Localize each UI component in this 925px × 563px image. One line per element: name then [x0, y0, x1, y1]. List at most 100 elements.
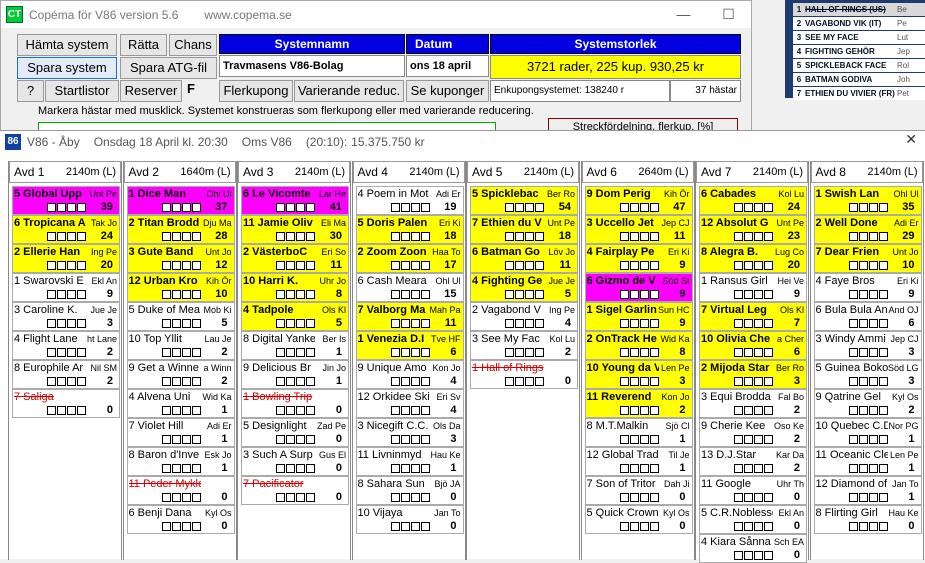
reduction-boxes[interactable] — [47, 261, 86, 270]
box-1[interactable] — [619, 406, 629, 415]
reduction-boxes[interactable] — [734, 290, 773, 299]
reduction-boxes[interactable] — [390, 290, 430, 299]
horse-cell[interactable]: 1 Hall of Rings 0 — [470, 360, 578, 389]
horse-cell[interactable]: 12 Orkidee Ski Eri Sv 4 — [355, 389, 464, 418]
box-2[interactable] — [400, 319, 410, 328]
box-4[interactable] — [649, 493, 659, 502]
box-3[interactable] — [754, 319, 763, 328]
box-4[interactable] — [878, 406, 888, 415]
reduction-boxes[interactable] — [734, 435, 773, 444]
box-1[interactable] — [390, 464, 400, 473]
box-1[interactable] — [161, 406, 171, 415]
box-1[interactable] — [619, 203, 629, 212]
box-1[interactable] — [390, 348, 400, 357]
box-1[interactable] — [47, 377, 56, 386]
box-2[interactable] — [400, 522, 410, 531]
box-3[interactable] — [181, 377, 191, 386]
reduction-boxes[interactable] — [734, 261, 773, 270]
horse-cell[interactable]: 9 Dom Perig Kih Ör 47 — [584, 186, 693, 215]
box-3[interactable] — [296, 377, 305, 386]
box-4[interactable] — [764, 348, 773, 357]
reduction-boxes[interactable] — [390, 203, 430, 212]
box-1[interactable] — [390, 232, 400, 241]
box-2[interactable] — [858, 232, 868, 241]
reduction-boxes[interactable] — [276, 435, 315, 444]
box-4[interactable] — [191, 493, 201, 502]
box-1[interactable] — [47, 319, 56, 328]
horse-cell[interactable]: 4 Fairplay Pe Eri Ki 9 — [584, 244, 693, 273]
horse-cell[interactable]: 3 Uccello Jet Jep CJ 11 — [584, 215, 693, 244]
box-4[interactable] — [306, 232, 315, 241]
box-1[interactable] — [734, 406, 743, 415]
reduction-boxes[interactable] — [276, 319, 315, 328]
box-3[interactable] — [67, 261, 76, 270]
box-4[interactable] — [420, 435, 430, 444]
box-3[interactable] — [181, 435, 191, 444]
reduction-boxes[interactable] — [505, 232, 544, 241]
reduction-boxes[interactable] — [276, 348, 315, 357]
box-3[interactable] — [181, 348, 191, 357]
box-2[interactable] — [286, 232, 295, 241]
box-2[interactable] — [515, 232, 524, 241]
box-3[interactable] — [639, 493, 649, 502]
reduction-boxes[interactable] — [161, 348, 201, 357]
box-1[interactable] — [848, 232, 858, 241]
box-1[interactable] — [619, 319, 629, 328]
horse-cell[interactable]: 12 Absolut G Unt Pe 23 — [699, 215, 807, 244]
box-2[interactable] — [57, 319, 66, 328]
box-1[interactable] — [276, 319, 285, 328]
box-4[interactable] — [306, 493, 315, 502]
box-4[interactable] — [535, 377, 544, 386]
box-2[interactable] — [744, 261, 753, 270]
box-3[interactable] — [868, 290, 878, 299]
horse-cell[interactable]: 2 Ellerie Han Ing Pe 20 — [12, 244, 120, 273]
horse-cell[interactable]: 12 Urban Kro Kih Ör 10 — [126, 273, 235, 302]
reduction-boxes[interactable] — [276, 493, 315, 502]
box-1[interactable] — [276, 348, 285, 357]
box-4[interactable] — [649, 261, 659, 270]
horse-cell[interactable]: 10 Harri K. Uhr Jo 8 — [241, 273, 349, 302]
box-2[interactable] — [57, 290, 66, 299]
horse-cell[interactable]: 6 Cabades Kol Lu 24 — [699, 186, 807, 215]
horse-cell[interactable]: 13 D.J.Star Kar Da 2 — [699, 447, 807, 476]
box-2[interactable] — [858, 406, 868, 415]
box-3[interactable] — [639, 464, 649, 473]
box-2[interactable] — [744, 348, 753, 357]
box-1[interactable] — [848, 261, 858, 270]
reduction-boxes[interactable] — [161, 261, 201, 270]
box-1[interactable] — [276, 406, 285, 415]
box-3[interactable] — [410, 493, 420, 502]
horse-cell[interactable]: 6 Tropicana A Tak Jo 24 — [12, 215, 120, 244]
box-3[interactable] — [868, 203, 878, 212]
horse-cell[interactable]: 5 Guinea Boko Söd LG 3 — [813, 360, 922, 389]
reduction-boxes[interactable] — [390, 493, 430, 502]
box-4[interactable] — [878, 493, 888, 502]
box-2[interactable] — [629, 232, 639, 241]
box-3[interactable] — [525, 232, 534, 241]
box-3[interactable] — [868, 522, 878, 531]
box-2[interactable] — [400, 406, 410, 415]
box-4[interactable] — [191, 261, 201, 270]
box-4[interactable] — [306, 464, 315, 473]
box-4[interactable] — [764, 406, 773, 415]
reduction-boxes[interactable] — [47, 377, 86, 386]
horse-cell[interactable]: 7 Dear Frien Unt Jo 10 — [813, 244, 922, 273]
box-4[interactable] — [77, 319, 86, 328]
box-4[interactable] — [420, 377, 430, 386]
box-1[interactable] — [161, 290, 171, 299]
horse-cell[interactable]: 7 Son of Tritor Dah Ji 0 — [584, 476, 693, 505]
horse-cell[interactable]: 6 Le Vicomte Lar He 41 — [241, 186, 349, 215]
box-4[interactable] — [878, 319, 888, 328]
horse-cell[interactable]: 3 Nicegift C.C. Ols Da 3 — [355, 418, 464, 447]
box-3[interactable] — [410, 464, 420, 473]
box-3[interactable] — [639, 290, 649, 299]
box-3[interactable] — [296, 261, 305, 270]
box-1[interactable] — [47, 203, 56, 212]
box-3[interactable] — [754, 348, 763, 357]
box-3[interactable] — [754, 232, 763, 241]
reduction-boxes[interactable] — [390, 435, 430, 444]
box-1[interactable] — [619, 377, 629, 386]
box-2[interactable] — [400, 348, 410, 357]
horse-cell[interactable]: 4 Tadpole Ols Kl 5 — [241, 302, 349, 331]
box-4[interactable] — [764, 493, 773, 502]
